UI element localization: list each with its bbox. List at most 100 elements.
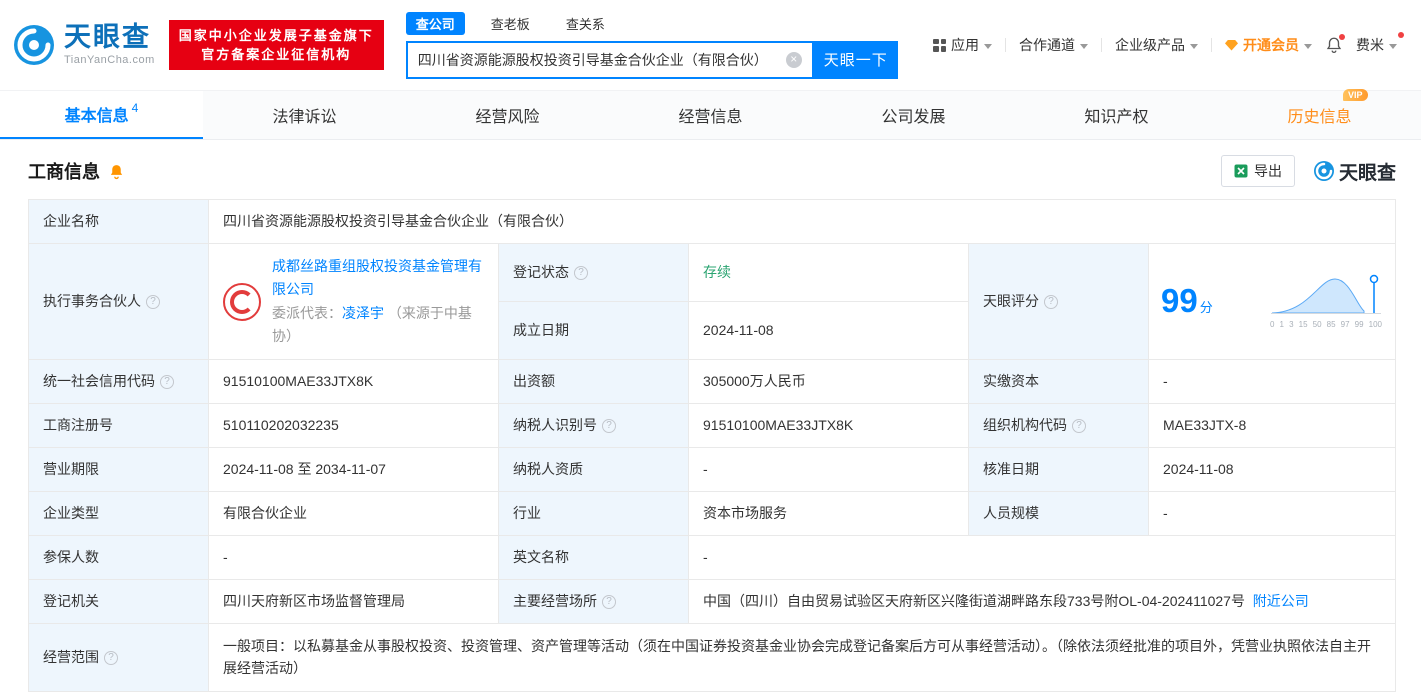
header: 天眼查 TianYanCha.com 国家中小企业发展子基金旗下 官方备案企业征… — [0, 0, 1421, 90]
chevron-down-icon — [1389, 43, 1397, 49]
table-row: 执行事务合伙人 成都丝路重组股权投资基金管理有限公司 委派代表：凌泽宇 （来源于… — [29, 244, 1396, 360]
nearby-companies-link[interactable]: 附近公司 — [1253, 593, 1309, 609]
taxpayer-id-value: 91510100MAE33JTX8K — [689, 404, 969, 448]
info-icon[interactable] — [602, 594, 616, 609]
search-input[interactable] — [407, 51, 786, 68]
vip-badge: VIP — [1342, 89, 1368, 101]
partner-rep-link[interactable]: 凌泽宇 — [342, 305, 384, 321]
score-label: 天眼评分 — [969, 244, 1149, 360]
company-name-value: 四川省资源能源股权投资引导基金合伙企业（有限合伙） — [209, 200, 1396, 244]
executive-partner-label: 执行事务合伙人 — [29, 244, 209, 360]
approval-date-label: 核准日期 — [969, 448, 1149, 492]
tab-history[interactable]: 历史信息 VIP — [1218, 89, 1421, 139]
establish-date-value: 2024-11-08 — [689, 302, 969, 360]
business-scope-value: 一般项目：以私募基金从事股权投资、投资管理、资产管理等活动（须在中国证券投资基金… — [209, 624, 1396, 692]
org-code-label: 组织机构代码 — [969, 404, 1149, 448]
english-name-label: 英文名称 — [499, 536, 689, 580]
registration-number-label: 工商注册号 — [29, 404, 209, 448]
staff-size-value: - — [1149, 492, 1396, 536]
tianyancha-logo-icon — [14, 25, 54, 65]
info-icon[interactable] — [602, 418, 616, 433]
info-icon[interactable] — [104, 650, 118, 665]
org-code-value: MAE33JTX-8 — [1149, 404, 1396, 448]
industry-value: 资本市场服务 — [689, 492, 969, 536]
tab-development[interactable]: 公司发展 — [812, 91, 1015, 139]
info-icon[interactable] — [1044, 294, 1058, 309]
registration-status-label: 登记状态 — [499, 244, 689, 302]
tab-legal-label: 法律诉讼 — [272, 109, 337, 126]
insured-count-label: 参保人数 — [29, 536, 209, 580]
search-tab-boss[interactable]: 查老板 — [481, 12, 540, 35]
tab-basic-info-count: 4 — [131, 101, 139, 115]
partner-rep-label: 委派代表： — [272, 304, 342, 321]
capital-label: 出资额 — [499, 360, 689, 404]
table-row: 经营范围 一般项目：以私募基金从事股权投资、投资管理、资产管理等活动（须在中国证… — [29, 624, 1396, 692]
capital-value: 305000万人民币 — [689, 360, 969, 404]
credit-code-value: 91510100MAE33JTX8K — [209, 360, 499, 404]
partner-company-link[interactable]: 成都丝路重组股权投资基金管理有限公司 — [272, 258, 482, 297]
table-row: 工商注册号 510110202032235 纳税人识别号 91510100MAE… — [29, 404, 1396, 448]
tab-legal[interactable]: 法律诉讼 — [203, 91, 406, 139]
search-tab-relation[interactable]: 查关系 — [556, 12, 615, 35]
score-axis-labels: 0 1 3 15 50 85 97 99 100 — [1270, 319, 1382, 329]
registration-status-value: 存续 — [689, 244, 969, 302]
nav-open-vip[interactable]: 开通会员 — [1225, 35, 1312, 55]
business-address-value: 中国（四川）自由贸易试验区天府新区兴隆街道湖畔路东段733号附OL-04-202… — [689, 580, 1396, 624]
notification-bell[interactable] — [1325, 34, 1345, 54]
tab-history-label: 历史信息 — [1287, 109, 1352, 126]
company-tab-bar: 基本信息 4 法律诉讼 经营风险 经营信息 公司发展 知识产权 历史信息 VIP — [0, 89, 1421, 140]
nav-apps[interactable]: 应用 — [933, 35, 992, 55]
search-tab-company[interactable]: 查公司 — [405, 11, 465, 35]
tianyancha-logo[interactable]: 天眼查 TianYanCha.com — [12, 23, 155, 67]
tab-operation-label: 经营信息 — [678, 109, 743, 126]
paid-capital-label: 实缴资本 — [969, 360, 1149, 404]
chevron-down-icon — [1190, 43, 1198, 49]
tab-risk-label: 经营风险 — [475, 109, 540, 126]
tab-operation[interactable]: 经营信息 — [609, 91, 812, 139]
business-term-label: 营业期限 — [29, 448, 209, 492]
info-icon[interactable] — [574, 265, 588, 280]
registration-authority-value: 四川天府新区市场监督管理局 — [209, 580, 499, 624]
vip-gem-icon — [1225, 39, 1238, 51]
search-clear-icon[interactable] — [785, 51, 802, 68]
info-icon[interactable] — [1072, 418, 1086, 433]
search-box — [405, 40, 814, 79]
registration-authority-label: 登记机关 — [29, 580, 209, 624]
business-scope-label: 经营范围 — [29, 624, 209, 692]
table-row: 企业名称 四川省资源能源股权投资引导基金合伙企业（有限合伙） — [29, 200, 1396, 244]
nav-enterprise-label: 企业级产品 — [1115, 37, 1185, 53]
export-button[interactable]: 导出 — [1220, 155, 1295, 187]
nav-cooperation[interactable]: 合作通道 — [1019, 35, 1088, 55]
tab-basic-info[interactable]: 基本信息 4 — [0, 91, 203, 139]
tab-intellectual-property[interactable]: 知识产权 — [1015, 91, 1218, 139]
approval-date-value: 2024-11-08 — [1149, 448, 1396, 492]
score-cell: 99 分 0 1 3 15 50 85 97 99 100 — [1149, 244, 1396, 360]
info-icon[interactable] — [160, 374, 174, 389]
tab-basic-info-label: 基本信息 — [64, 108, 129, 125]
status-badge: 存续 — [703, 263, 731, 280]
business-term-value: 2024-11-08 至 2034-11-07 — [209, 448, 499, 492]
paid-capital-value: - — [1149, 360, 1396, 404]
tab-risk[interactable]: 经营风险 — [406, 91, 609, 139]
watermark-logo-icon — [1313, 161, 1334, 181]
official-certification-badge: 国家中小企业发展子基金旗下 官方备案企业征信机构 — [168, 20, 384, 70]
nav-user[interactable]: 费米 — [1356, 32, 1404, 55]
section-header: 工商信息 导出 天眼查 — [0, 140, 1421, 199]
info-icon[interactable] — [146, 294, 160, 309]
nav-enterprise-products[interactable]: 企业级产品 — [1115, 35, 1198, 55]
executive-partner-value: 成都丝路重组股权投资基金管理有限公司 委派代表：凌泽宇 （来源于中基协） — [209, 244, 499, 360]
search-area: 查公司 查老板 查关系 天眼一下 — [405, 11, 898, 79]
notification-red-dot — [1339, 34, 1345, 40]
tab-ip-label: 知识产权 — [1084, 109, 1149, 126]
nav-divider — [1101, 38, 1102, 52]
subscribe-bell-icon[interactable] — [108, 163, 125, 180]
logo-title: 天眼查 — [64, 22, 151, 52]
nav-divider — [1211, 38, 1212, 52]
score-value: 99 分 — [1161, 282, 1213, 320]
excel-icon — [1234, 164, 1248, 178]
search-button[interactable]: 天眼一下 — [813, 40, 898, 79]
taxpayer-qualification-value: - — [689, 448, 969, 492]
industry-label: 行业 — [499, 492, 689, 536]
table-row: 统一社会信用代码 91510100MAE33JTX8K 出资额 305000万人… — [29, 360, 1396, 404]
logo-subtitle: TianYanCha.com — [64, 54, 155, 66]
